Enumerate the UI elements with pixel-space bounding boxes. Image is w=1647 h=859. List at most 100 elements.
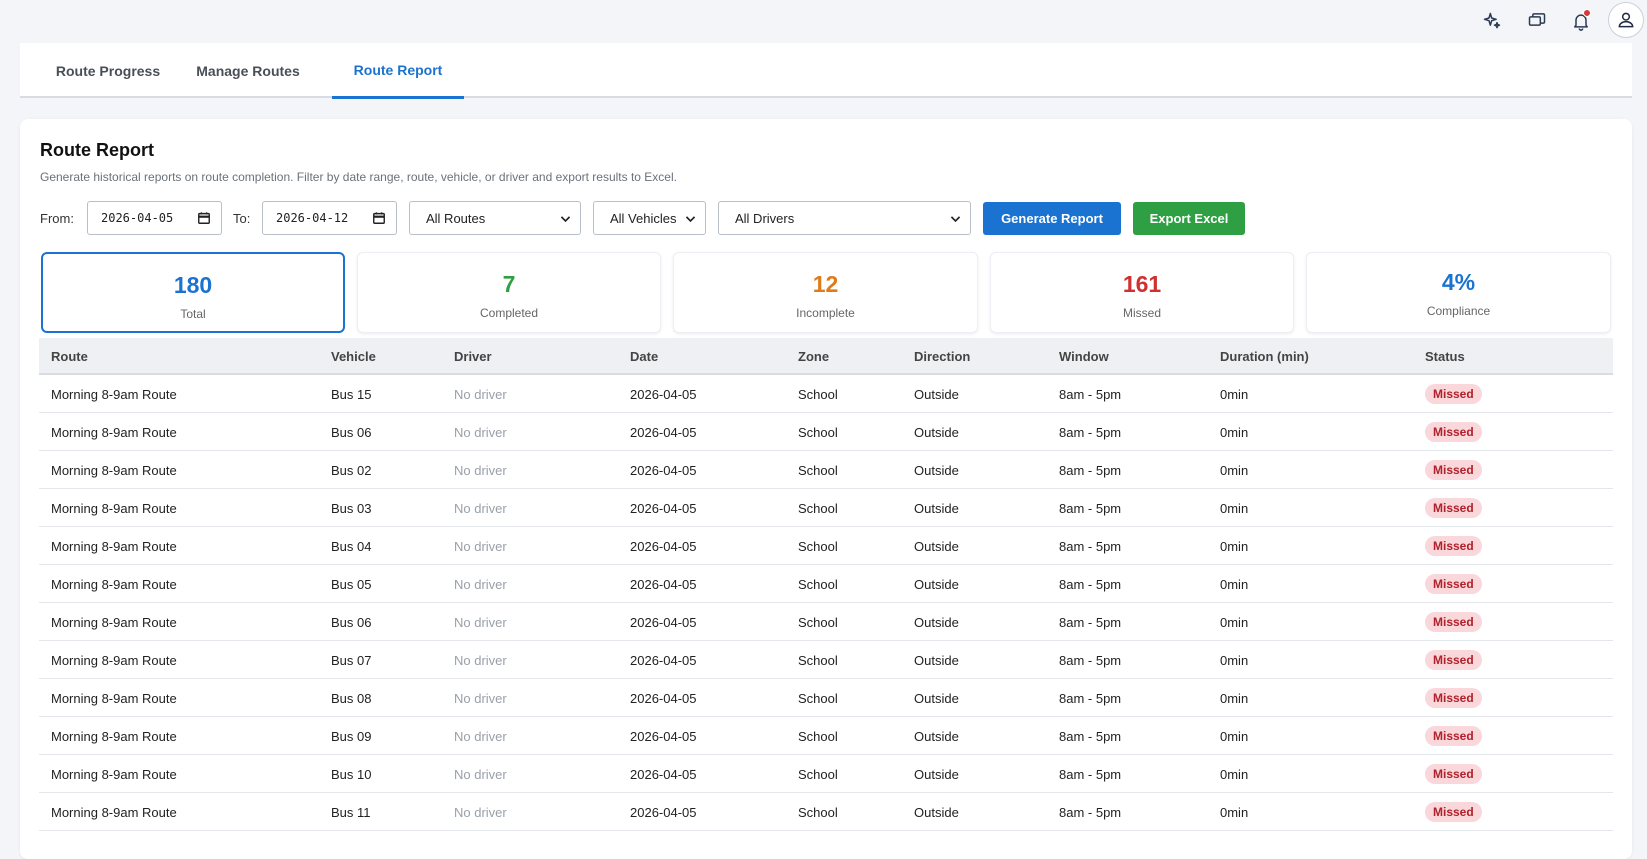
- cell-date: 2026-04-05: [630, 539, 697, 554]
- cell-direction: Outside: [914, 425, 959, 440]
- table-body: Morning 8-9am Route Bus 15 No driver 2026-0…: [39, 375, 1613, 831]
- table-row[interactable]: Morning 8-9am Route Bus 06 No driver 2026-0…: [39, 603, 1613, 641]
- stat-total[interactable]: 180 Total: [41, 252, 345, 333]
- cell-driver: No driver: [454, 653, 507, 668]
- table-row[interactable]: Morning 8-9am Route Bus 08 No driver 2026-0…: [39, 679, 1613, 717]
- cell-direction: Outside: [914, 691, 959, 706]
- cell-zone: School: [798, 539, 838, 554]
- user-avatar-button[interactable]: [1608, 2, 1644, 38]
- tab-route-report[interactable]: Route Report: [332, 43, 464, 99]
- route-select[interactable]: All Routes: [409, 201, 581, 235]
- table-row[interactable]: Morning 8-9am Route Bus 03 No driver 2026-0…: [39, 489, 1613, 527]
- table-row[interactable]: Morning 8-9am Route Bus 06 No driver 2026-0…: [39, 413, 1613, 451]
- generate-report-button[interactable]: Generate Report: [983, 202, 1121, 235]
- cell-date: 2026-04-05: [630, 501, 697, 516]
- cell-route: Morning 8-9am Route: [51, 729, 177, 744]
- cell-window: 8am - 5pm: [1059, 463, 1122, 478]
- cell-zone: School: [798, 501, 838, 516]
- cell-duration: 0min: [1220, 577, 1249, 592]
- cell-driver: No driver: [454, 805, 507, 820]
- cell-vehicle: Bus 02: [331, 463, 372, 478]
- cell-zone: School: [798, 425, 838, 440]
- cell-duration: 0min: [1220, 729, 1249, 744]
- tab-manage-routes[interactable]: Manage Routes: [183, 43, 313, 98]
- status-badge: Missed: [1425, 802, 1482, 822]
- tabs-bar: Route Progress Manage Routes Route Repor…: [20, 43, 1632, 99]
- cell-direction: Outside: [914, 501, 959, 516]
- chevron-down-icon: [685, 216, 696, 223]
- cell-date: 2026-04-05: [630, 729, 697, 744]
- status-badge: Missed: [1425, 650, 1482, 670]
- calendar-icon[interactable]: [197, 211, 211, 225]
- cell-direction: Outside: [914, 615, 959, 630]
- status-badge: Missed: [1425, 384, 1482, 404]
- cell-route: Morning 8-9am Route: [51, 425, 177, 440]
- cell-window: 8am - 5pm: [1059, 387, 1122, 402]
- cell-window: 8am - 5pm: [1059, 577, 1122, 592]
- cell-date: 2026-04-05: [630, 387, 697, 402]
- table-row[interactable]: Morning 8-9am Route Bus 02 No driver 2026-0…: [39, 451, 1613, 489]
- stat-value: 180: [173, 272, 213, 298]
- status-badge: Missed: [1425, 574, 1482, 594]
- vehicle-select[interactable]: All Vehicles: [593, 201, 706, 235]
- cell-date: 2026-04-05: [630, 653, 697, 668]
- table-row[interactable]: Morning 8-9am Route Bus 15 No driver 2026-0…: [39, 375, 1613, 413]
- stat-label: Total: [180, 307, 206, 321]
- tab-route-progress[interactable]: Route Progress: [42, 43, 174, 98]
- cell-vehicle: Bus 04: [331, 539, 372, 554]
- table-row[interactable]: Morning 8-9am Route Bus 09 No driver 2026-0…: [39, 717, 1613, 755]
- driver-select-value: All Drivers: [735, 210, 795, 226]
- status-badge: Missed: [1425, 498, 1482, 518]
- cell-zone: School: [798, 729, 838, 744]
- from-date-input[interactable]: 2026-04-05: [87, 201, 222, 235]
- stat-completed[interactable]: 7 Completed: [357, 252, 661, 333]
- cell-zone: School: [798, 577, 838, 592]
- stat-label: Completed: [479, 306, 539, 320]
- column-header-duration: Duration (min): [1220, 349, 1309, 364]
- cell-vehicle: Bus 03: [331, 501, 372, 516]
- stat-value: 161: [1122, 271, 1162, 297]
- cell-date: 2026-04-05: [630, 805, 697, 820]
- cell-zone: School: [798, 805, 838, 820]
- calendar-icon[interactable]: [372, 211, 386, 225]
- page-title: Route Report: [40, 140, 154, 160]
- to-date-input[interactable]: 2026-04-12: [262, 201, 397, 235]
- cell-date: 2026-04-05: [630, 691, 697, 706]
- cell-direction: Outside: [914, 653, 959, 668]
- cell-date: 2026-04-05: [630, 463, 697, 478]
- stat-compliance[interactable]: 4% Compliance: [1306, 252, 1611, 333]
- sparkle-icon[interactable]: [1475, 4, 1509, 38]
- table-row[interactable]: Morning 8-9am Route Bus 05 No driver 2026-0…: [39, 565, 1613, 603]
- status-badge: Missed: [1425, 764, 1482, 784]
- cell-driver: No driver: [454, 387, 507, 402]
- table-row[interactable]: Morning 8-9am Route Bus 07 No driver 2026-0…: [39, 641, 1613, 679]
- stat-missed[interactable]: 161 Missed: [990, 252, 1294, 333]
- from-label: From:: [40, 211, 74, 226]
- column-header-direction: Direction: [914, 349, 971, 364]
- cell-driver: No driver: [454, 577, 507, 592]
- bell-icon[interactable]: [1564, 4, 1598, 38]
- cell-window: 8am - 5pm: [1059, 767, 1122, 782]
- cell-window: 8am - 5pm: [1059, 615, 1122, 630]
- top-bar: [0, 0, 1647, 42]
- chat-icon[interactable]: [1520, 4, 1554, 38]
- table-row[interactable]: Morning 8-9am Route Bus 11 No driver 2026-0…: [39, 793, 1613, 831]
- to-date-value: 2026-04-12: [276, 211, 349, 225]
- notification-dot: [1583, 9, 1591, 17]
- cell-driver: No driver: [454, 463, 507, 478]
- stat-incomplete[interactable]: 12 Incomplete: [673, 252, 978, 333]
- cell-window: 8am - 5pm: [1059, 501, 1122, 516]
- cell-route: Morning 8-9am Route: [51, 691, 177, 706]
- table-row[interactable]: Morning 8-9am Route Bus 10 No driver 2026-0…: [39, 755, 1613, 793]
- cell-driver: No driver: [454, 691, 507, 706]
- driver-select[interactable]: All Drivers: [718, 201, 971, 235]
- export-excel-button[interactable]: Export Excel: [1133, 202, 1245, 235]
- table-row[interactable]: Morning 8-9am Route Bus 04 No driver 2026-0…: [39, 527, 1613, 565]
- cell-vehicle: Bus 15: [331, 387, 372, 402]
- cell-route: Morning 8-9am Route: [51, 539, 177, 554]
- cell-duration: 0min: [1220, 767, 1249, 782]
- cell-driver: No driver: [454, 539, 507, 554]
- cell-duration: 0min: [1220, 463, 1249, 478]
- cell-zone: School: [798, 463, 838, 478]
- cell-direction: Outside: [914, 387, 959, 402]
